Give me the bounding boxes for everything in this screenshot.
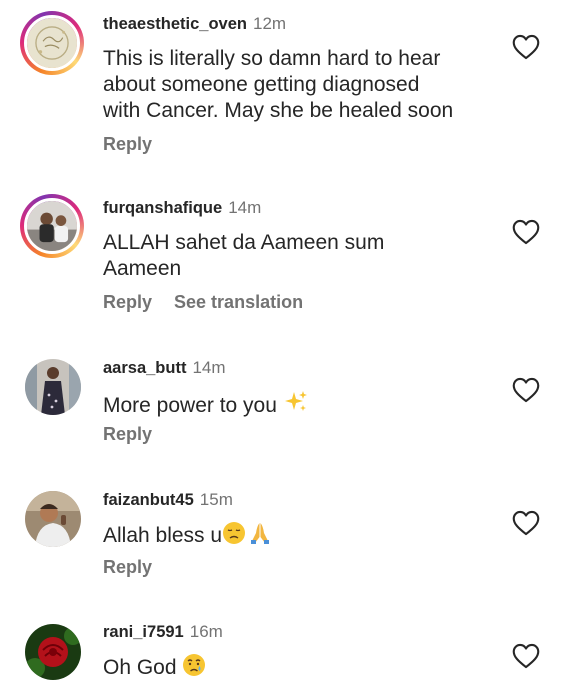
crying-face-icon bbox=[183, 654, 206, 676]
reply-button[interactable]: Reply bbox=[103, 424, 152, 444]
username[interactable]: furqanshafique bbox=[103, 199, 222, 217]
reply-button[interactable]: Reply bbox=[103, 557, 152, 577]
comment-text: This is literally so damn hard to hear a… bbox=[103, 46, 483, 124]
comment-header: theaesthetic_oven 12m bbox=[103, 13, 286, 35]
avatar[interactable] bbox=[20, 619, 84, 683]
sparkles-icon bbox=[284, 391, 307, 411]
comment-actions: Reply bbox=[103, 557, 174, 578]
timestamp: 16m bbox=[189, 622, 223, 641]
comment-text: ALLAH sahet da Aameen sum Aameen bbox=[103, 230, 483, 282]
avatar[interactable] bbox=[20, 194, 84, 258]
timestamp: 14m bbox=[228, 198, 262, 217]
avatar[interactable] bbox=[20, 11, 84, 75]
comment-text: Oh God bbox=[103, 653, 483, 681]
disappointed-face-icon bbox=[223, 522, 246, 544]
comment-item: rani_i7591 16m Oh God bbox=[0, 610, 570, 685]
comment-text-content: Oh God bbox=[103, 656, 183, 679]
comment-header: furqanshafique 14m bbox=[103, 197, 261, 219]
avatar[interactable] bbox=[20, 486, 84, 550]
comment-text-line: ALLAH sahet da Aameen sum bbox=[103, 231, 385, 254]
comment-actions: Reply bbox=[103, 134, 174, 155]
comment-item: faizanbut45 15m Allah bless u Reply bbox=[0, 477, 570, 607]
heart-outline-icon[interactable] bbox=[512, 34, 540, 60]
comment-item: theaesthetic_oven 12m This is literally s… bbox=[0, 0, 570, 180]
reply-button[interactable]: Reply bbox=[103, 134, 152, 154]
timestamp: 14m bbox=[192, 358, 226, 377]
comment-item: aarsa_butt 14m More power to you Reply bbox=[0, 345, 570, 475]
comment-actions: Reply See translation bbox=[103, 292, 325, 313]
comment-text: More power to you bbox=[103, 389, 483, 419]
comment-text-line: Aameen bbox=[103, 257, 182, 280]
comment-text-line: about someone getting diagnosed bbox=[103, 73, 420, 96]
reply-button[interactable]: Reply bbox=[103, 292, 152, 312]
avatar-image bbox=[27, 18, 77, 68]
comment-text-line: This is literally so damn hard to hear bbox=[103, 47, 441, 70]
comment-header: faizanbut45 15m bbox=[103, 489, 233, 511]
username[interactable]: faizanbut45 bbox=[103, 491, 194, 509]
comment-header: rani_i7591 16m bbox=[103, 621, 223, 643]
comment-text-line: with Cancer. May she be healed soon bbox=[103, 99, 454, 122]
folded-hands-icon bbox=[251, 523, 270, 544]
comment-text-content: Allah bless u bbox=[103, 524, 223, 547]
avatar-image bbox=[25, 624, 81, 680]
timestamp: 15m bbox=[199, 490, 233, 509]
username[interactable]: rani_i7591 bbox=[103, 623, 184, 641]
heart-outline-icon[interactable] bbox=[512, 219, 540, 245]
heart-outline-icon[interactable] bbox=[512, 643, 540, 669]
avatar-image bbox=[25, 491, 81, 547]
avatar[interactable] bbox=[20, 354, 84, 418]
avatar-image bbox=[27, 201, 77, 251]
comment-text: Allah bless u bbox=[103, 521, 483, 549]
username[interactable]: aarsa_butt bbox=[103, 359, 186, 377]
see-translation-button[interactable]: See translation bbox=[174, 292, 303, 312]
comment-header: aarsa_butt 14m bbox=[103, 357, 226, 379]
comment-text-content: More power to you bbox=[103, 394, 283, 417]
comment-actions: Reply bbox=[103, 424, 174, 445]
heart-outline-icon[interactable] bbox=[512, 377, 540, 403]
comment-item: furqanshafique 14m ALLAH sahet da Aameen … bbox=[0, 180, 570, 330]
timestamp: 12m bbox=[252, 14, 287, 33]
username[interactable]: theaesthetic_oven bbox=[103, 15, 247, 33]
avatar-image bbox=[25, 359, 81, 415]
heart-outline-icon[interactable] bbox=[512, 510, 540, 536]
